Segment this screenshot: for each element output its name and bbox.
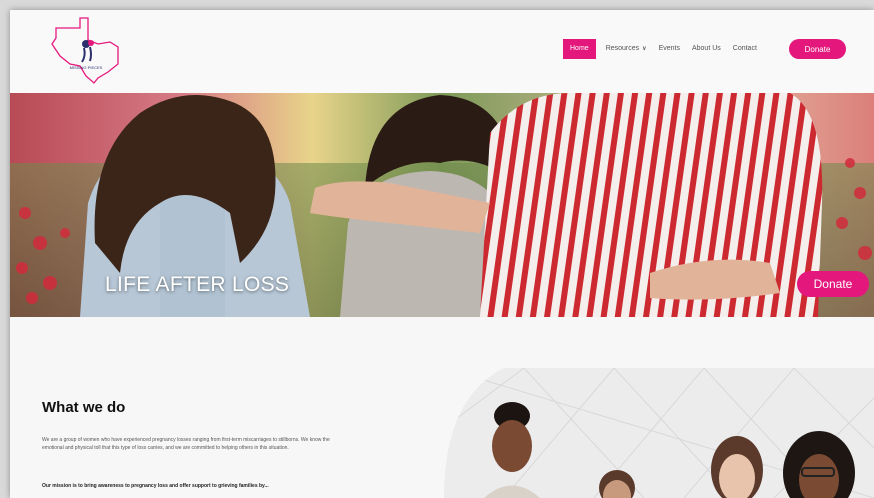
section-heading: What we do — [42, 399, 126, 416]
what-we-do-section: What we do We are a group of women who h… — [10, 317, 874, 498]
nav-resources[interactable]: Resources ∨ — [600, 39, 653, 59]
hero-title: LIFE AFTER LOSS — [105, 273, 290, 296]
nav-contact-label: Contact — [732, 45, 757, 52]
site-logo[interactable]: MISSING PIECES — [48, 14, 124, 84]
nav-events[interactable]: Events — [653, 39, 686, 59]
section-body-text: We are a group of women who have experie… — [42, 437, 330, 451]
team-image — [444, 368, 874, 498]
team-photo — [444, 368, 874, 498]
nav-home-label: Home — [570, 45, 589, 52]
nav-events-label: Events — [658, 45, 680, 52]
hero-banner: LIFE AFTER LOSS Donate — [10, 93, 874, 317]
nav-resources-label: Resources — [605, 45, 640, 52]
nav-home[interactable]: Home — [563, 39, 596, 59]
browser-viewport: MISSING PIECES Home Resources ∨ Events A… — [10, 10, 874, 498]
header-donate-button[interactable]: Donate — [789, 39, 846, 59]
svg-text:MISSING PIECES: MISSING PIECES — [70, 65, 103, 70]
nav-about-label: About Us — [691, 45, 721, 52]
texas-outline-logo-icon: MISSING PIECES — [51, 17, 119, 84]
site-header: MISSING PIECES Home Resources ∨ Events A… — [10, 10, 874, 93]
mission-statement: Our mission is to bring awareness to pre… — [42, 483, 269, 489]
nav-about-us[interactable]: About Us — [686, 39, 727, 59]
nav-contact[interactable]: Contact — [727, 39, 763, 59]
main-navigation: Home Resources ∨ Events About Us Contact — [563, 39, 763, 59]
hero-donate-button[interactable]: Donate — [797, 271, 869, 297]
chevron-down-icon: ∨ — [642, 46, 647, 52]
